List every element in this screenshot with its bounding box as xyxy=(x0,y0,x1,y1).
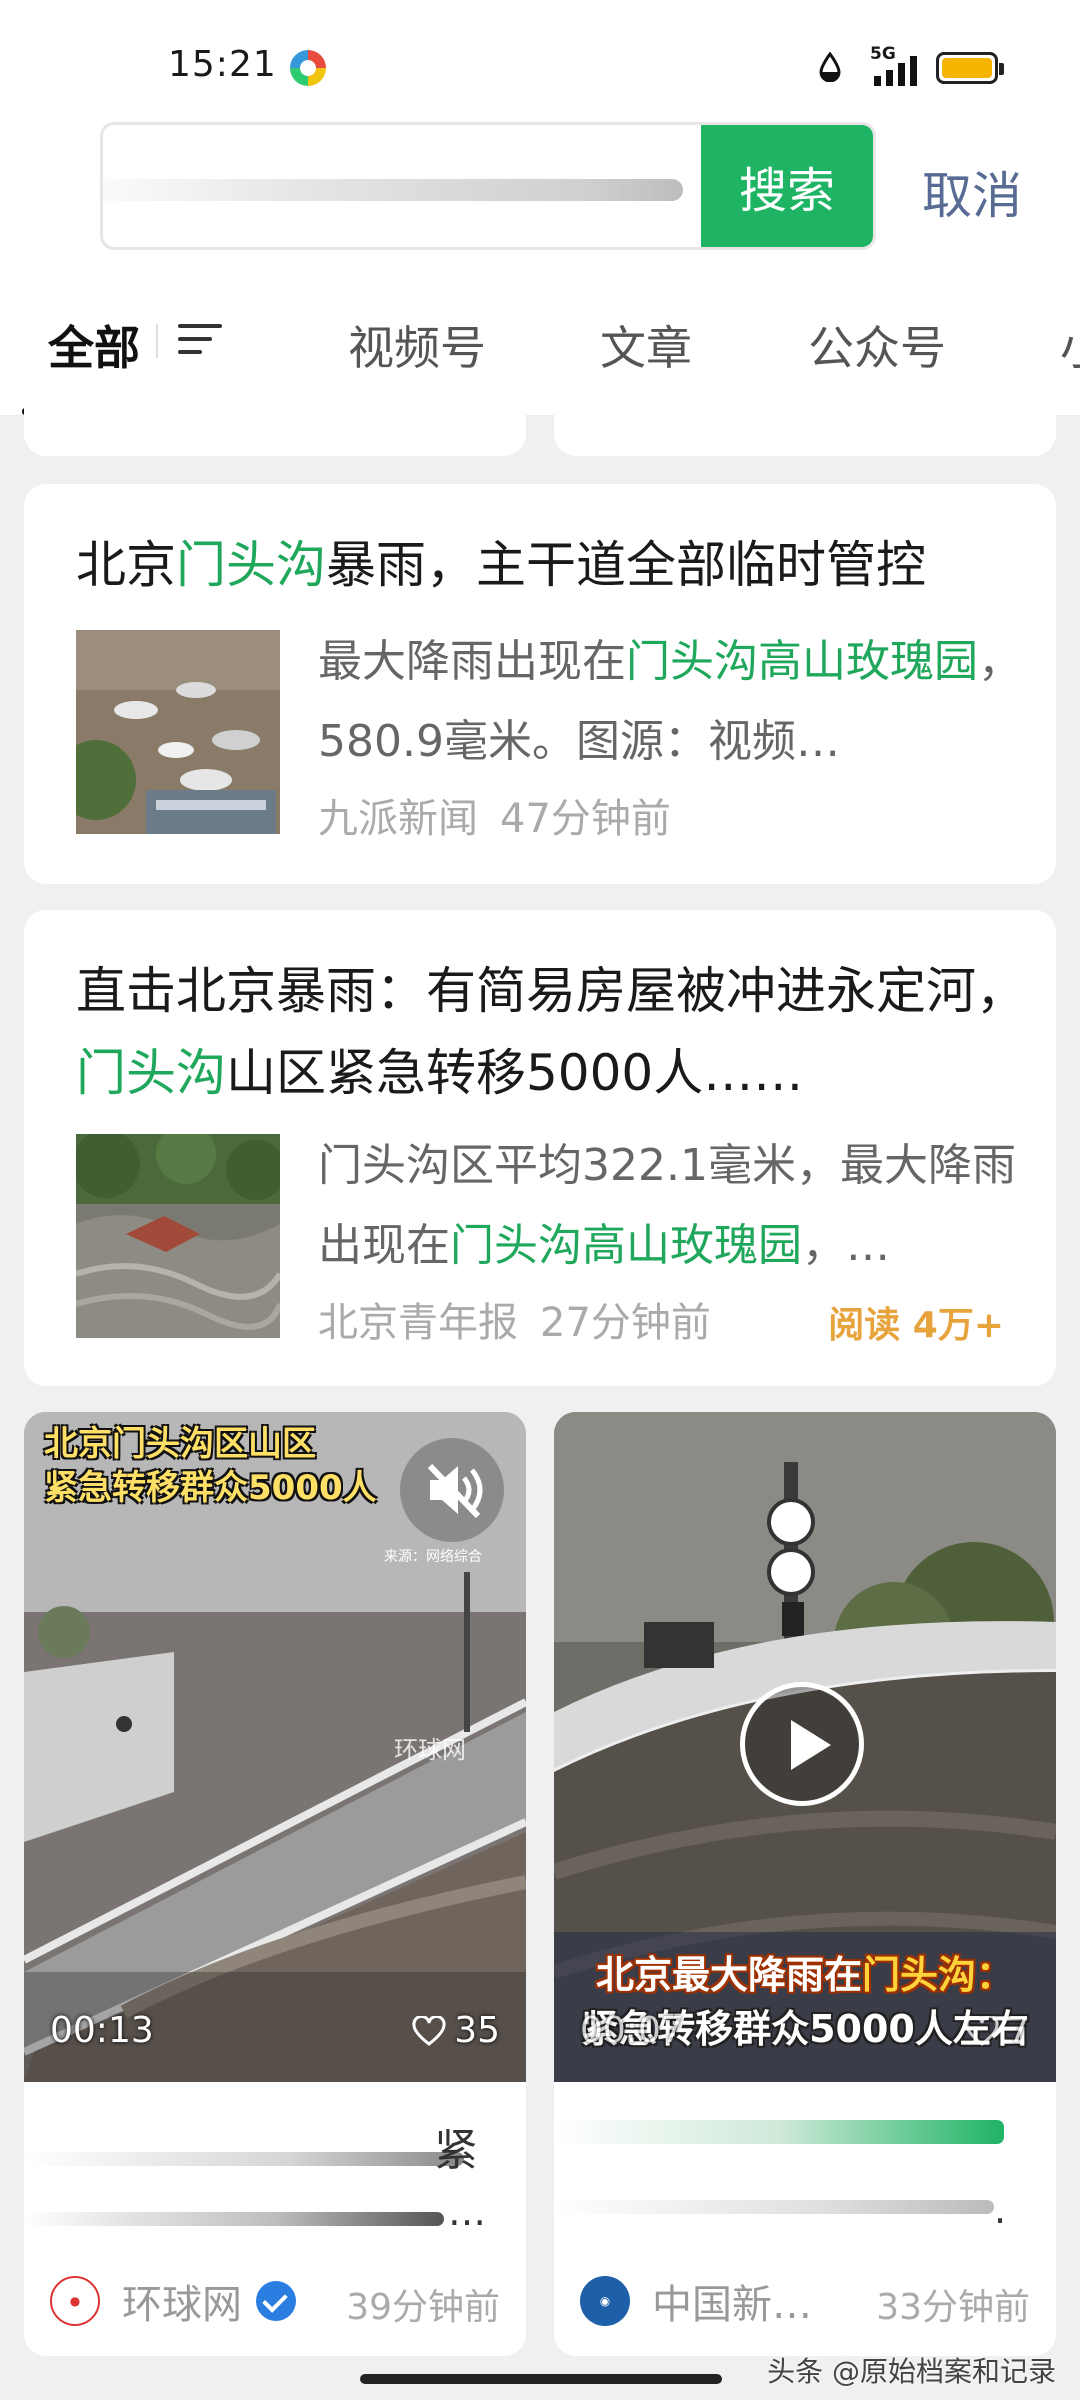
home-indicator[interactable] xyxy=(360,2374,722,2384)
video-title-ellipsis: . xyxy=(994,2188,1007,2232)
previous-card-right[interactable] xyxy=(554,400,1056,456)
video-thumbnail[interactable]: 北京最大降雨在门头沟： 紧急转移群众5000人左右 00:07 7 xyxy=(554,1412,1056,2082)
blurred-title xyxy=(24,2212,444,2226)
tab-official-accounts[interactable]: 公众号 xyxy=(808,312,946,378)
read-count: 阅读 4万+ xyxy=(828,1305,1004,1346)
video-card[interactable]: 北京门头沟区山区 紧急转移群众5000人 来源：网络综合 环球网 00:13 35… xyxy=(24,1412,526,2356)
video-time: 39分钟前 xyxy=(346,2287,500,2328)
article-description: 最大降雨出现在门头沟高山玫瑰园，580.9毫米。图源：视频… xyxy=(318,636,1022,767)
video-thumbnail[interactable]: 北京门头沟区山区 紧急转移群众5000人 来源：网络综合 环球网 00:13 35 xyxy=(24,1412,526,2082)
play-button[interactable] xyxy=(740,1682,864,1806)
article-card[interactable]: 北京门头沟暴雨，主干道全部临时管控 最大降雨出现在门头沟高山玫瑰园，580.9毫… xyxy=(24,484,1056,884)
mute-button[interactable] xyxy=(400,1438,504,1542)
search-input[interactable] xyxy=(123,147,683,227)
video-author[interactable]: ● 环球网 xyxy=(50,2272,296,2330)
previous-card-left[interactable] xyxy=(24,400,526,456)
article-source: 北京青年报 xyxy=(318,1300,518,1346)
muted-speaker-icon xyxy=(427,1463,483,1519)
heart-icon xyxy=(412,2015,446,2046)
water-drop-icon xyxy=(819,52,841,82)
status-bar: 15:21 5G xyxy=(0,0,1080,120)
app-notification-icon xyxy=(290,50,326,86)
article-meta: 北京青年报 27分钟前 xyxy=(318,1290,733,1348)
search-bar: 搜索 取消 xyxy=(0,120,1080,266)
video-duration: 00:07 xyxy=(580,2010,684,2051)
article-thumbnail xyxy=(76,630,280,834)
video-watermark: 环球网 xyxy=(394,1736,466,1764)
video-duration: 00:13 xyxy=(50,2010,154,2051)
blurred-title xyxy=(554,2120,1004,2144)
article-meta: 九派新闻 47分钟前 xyxy=(318,786,693,844)
video-source-note: 来源：网络综合 xyxy=(384,1549,482,1565)
verified-icon xyxy=(256,2281,296,2321)
tab-divider xyxy=(156,324,158,358)
article-thumbnail xyxy=(76,1134,280,1338)
search-button[interactable]: 搜索 xyxy=(701,125,873,247)
article-source: 九派新闻 xyxy=(318,796,478,842)
video-time: 33分钟前 xyxy=(876,2287,1030,2328)
video-title-ellipsis: … xyxy=(448,2190,486,2234)
article-description: 门头沟区平均322.1毫米，最大降雨出现在门头沟高山玫瑰园，… xyxy=(318,1140,1016,1271)
article-card[interactable]: 直击北京暴雨：有简易房屋被冲进永定河，门头沟山区紧急转移5000人…… 门头沟区… xyxy=(24,910,1056,1386)
tab-all[interactable]: 全部 xyxy=(48,312,140,378)
signal-icon xyxy=(874,56,917,86)
filter-icon[interactable] xyxy=(178,324,222,360)
author-avatar: ◉ xyxy=(580,2276,630,2326)
video-caption: 北京门头沟区山区 紧急转移群众5000人 xyxy=(44,1424,377,1508)
blurred-title xyxy=(554,2200,994,2214)
blurred-title xyxy=(24,2152,464,2166)
footer-watermark: 头条 @原始档案和记录 xyxy=(767,2355,1056,2388)
video-likes: 7 xyxy=(965,2010,1030,2051)
video-card[interactable]: 北京最大降雨在门头沟： 紧急转移群众5000人左右 00:07 7 . ◉ 中国… xyxy=(554,1412,1056,2356)
article-time: 27分钟前 xyxy=(540,1300,711,1346)
video-title-fragment: 紧 xyxy=(434,2125,478,2176)
video-likes: 35 xyxy=(412,2010,500,2051)
author-avatar: ● xyxy=(50,2276,100,2326)
heart-icon xyxy=(965,2015,999,2046)
tab-more[interactable]: 小 xyxy=(1060,312,1080,378)
cancel-button[interactable]: 取消 xyxy=(922,156,1022,228)
video-author[interactable]: ◉ 中国新… xyxy=(580,2272,812,2330)
battery-icon xyxy=(936,52,1004,84)
tab-channels[interactable]: 视频号 xyxy=(348,312,486,378)
article-title: 北京门头沟暴雨，主干道全部临时管控 xyxy=(76,536,926,594)
search-box: 搜索 xyxy=(100,122,876,250)
article-title: 直击北京暴雨：有简易房屋被冲进永定河，门头沟山区紧急转移5000人…… xyxy=(76,962,1026,1102)
tab-bar: 全部 视频号 文章 公众号 小 xyxy=(0,266,1080,416)
article-time: 47分钟前 xyxy=(500,796,671,842)
status-time: 15:21 xyxy=(168,44,277,85)
tab-articles[interactable]: 文章 xyxy=(600,312,692,378)
